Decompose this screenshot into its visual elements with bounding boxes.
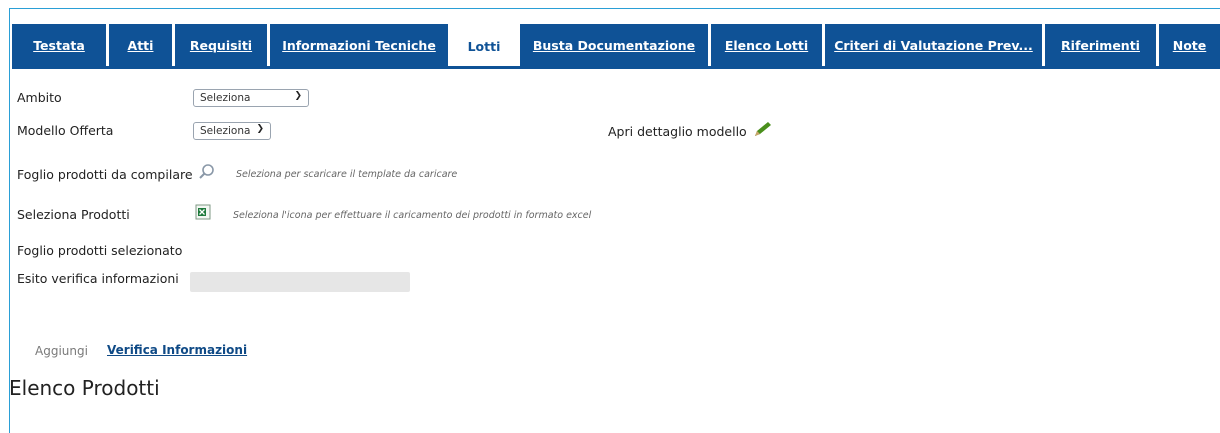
tab-testata[interactable]: Testata	[12, 24, 106, 66]
search-icon[interactable]	[198, 163, 216, 185]
tab-lotti[interactable]: Lotti	[451, 24, 517, 68]
seleziona-prodotti-label: Seleziona Prodotti	[17, 207, 130, 222]
tab-atti[interactable]: Atti	[109, 24, 172, 66]
aggiungi-link[interactable]: Aggiungi	[35, 344, 88, 358]
modello-offerta-select[interactable]: Seleziona ❯	[193, 122, 271, 140]
esito-verifica-field	[190, 272, 410, 292]
tab-informazioni-tecniche[interactable]: Informazioni Tecniche	[270, 24, 448, 66]
seleziona-prodotti-hint: Seleziona l'icona per effettuare il cari…	[233, 210, 592, 221]
pencil-icon[interactable]	[752, 120, 774, 142]
verifica-informazioni-link[interactable]: Verifica Informazioni	[107, 343, 247, 357]
ambito-select-value: Seleziona	[200, 92, 251, 104]
foglio-compilare-hint: Seleziona per scaricare il template da c…	[236, 169, 458, 180]
tab-underline	[12, 66, 1220, 69]
tab-requisiti[interactable]: Requisiti	[175, 24, 267, 66]
tab-criteri-valutazione[interactable]: Criteri di Valutazione Prev...	[825, 24, 1042, 66]
chevron-down-icon: ❯	[294, 91, 302, 101]
apri-dettaglio-modello-label: Apri dettaglio modello	[608, 124, 747, 139]
ambito-select[interactable]: Seleziona ❯	[193, 89, 309, 107]
ambito-label: Ambito	[17, 90, 62, 105]
chevron-down-icon: ❯	[256, 124, 264, 134]
modello-offerta-label: Modello Offerta	[17, 123, 114, 138]
modello-offerta-select-value: Seleziona	[200, 125, 251, 137]
foglio-prodotti-selezionato-label: Foglio prodotti selezionato	[17, 243, 183, 258]
tab-bar: Testata Atti Requisiti Informazioni Tecn…	[12, 20, 1220, 68]
excel-icon[interactable]	[195, 204, 211, 224]
tab-note[interactable]: Note	[1159, 24, 1220, 66]
tab-elenco-lotti[interactable]: Elenco Lotti	[711, 24, 822, 66]
foglio-prodotti-compilare-label: Foglio prodotti da compilare	[17, 167, 193, 182]
tab-riferimenti[interactable]: Riferimenti	[1045, 24, 1156, 66]
elenco-prodotti-title: Elenco Prodotti	[9, 376, 160, 400]
tab-busta-documentazione[interactable]: Busta Documentazione	[520, 24, 708, 66]
content-frame	[9, 8, 1220, 433]
esito-verifica-label: Esito verifica informazioni	[17, 271, 179, 286]
